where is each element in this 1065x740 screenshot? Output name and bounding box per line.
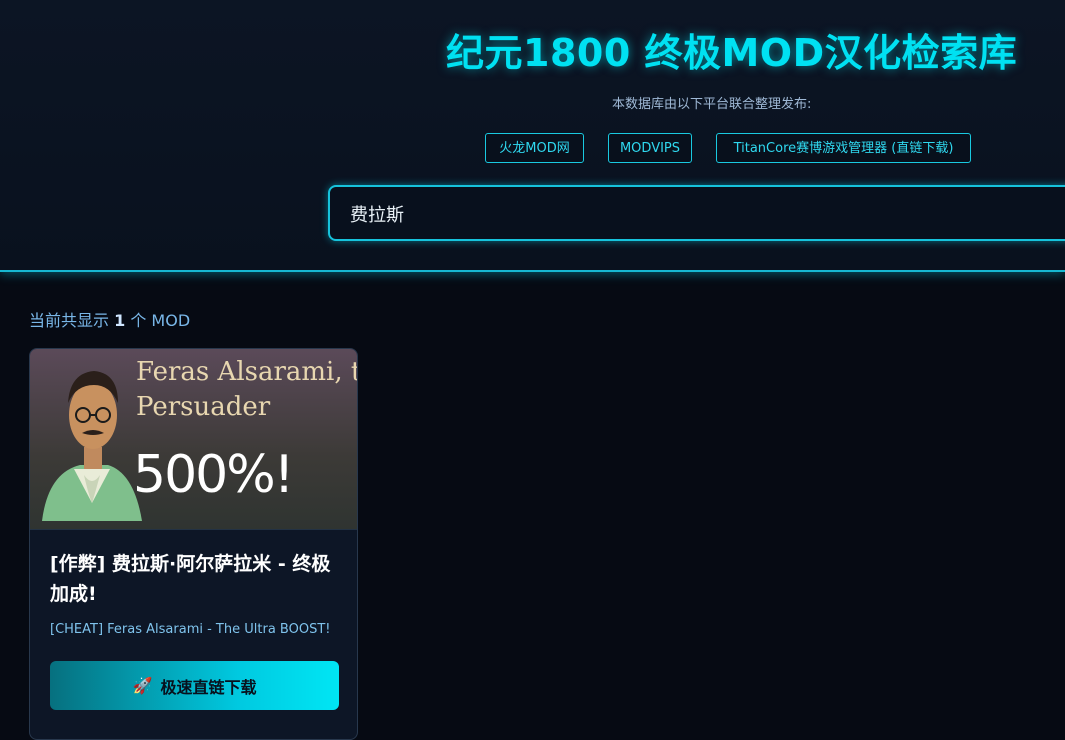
download-button[interactable]: 🚀 极速直链下载 — [50, 661, 339, 710]
mod-subtitle: [CHEAT] Feras Alsarami - The Ultra BOOST… — [50, 622, 331, 637]
download-button-label: 极速直链下载 — [160, 677, 257, 697]
search-input[interactable] — [348, 187, 1052, 241]
thumbnail-percent: 500%! — [133, 445, 295, 505]
result-count: 当前共显示 1 个 MOD — [29, 307, 190, 331]
mod-title[interactable]: [作弊] 费拉斯·阿尔萨拉米 - 终极加成! — [50, 549, 342, 609]
mod-thumbnail: Feras Alsarami, the Persuader 500%! — [30, 349, 357, 530]
thumbnail-caption: Feras Alsarami, the Persuader — [136, 355, 357, 425]
thumbnail-caption-line1: Feras Alsarami, the — [136, 357, 357, 387]
page-title: 纪元1800 终极MOD汉化检索库 — [446, 31, 1018, 75]
mod-card: Feras Alsarami, the Persuader 500%! [作弊]… — [29, 348, 358, 740]
result-count-suffix: 个 MOD — [130, 311, 191, 330]
platform-links: 火龙MOD网 MODVIPS TitanCore赛博游戏管理器 (直链下载) — [0, 133, 1065, 165]
platform-link-titancore[interactable]: TitanCore赛博游戏管理器 (直链下载) — [716, 133, 971, 163]
result-count-prefix: 当前共显示 — [29, 311, 110, 330]
page-header: 纪元1800 终极MOD汉化检索库 本数据库由以下平台联合整理发布: 火龙MOD… — [0, 0, 1065, 272]
search-box[interactable] — [328, 185, 1065, 241]
platforms-intro: 本数据库由以下平台联合整理发布: — [612, 97, 812, 112]
rocket-icon: 🚀 — [132, 676, 153, 695]
portrait-illustration — [42, 371, 142, 521]
platform-link-modvips[interactable]: MODVIPS — [608, 133, 692, 163]
thumbnail-caption-line2: Persuader — [136, 392, 271, 422]
platform-link-huolong[interactable]: 火龙MOD网 — [485, 133, 584, 163]
result-count-number: 1 — [114, 311, 126, 330]
